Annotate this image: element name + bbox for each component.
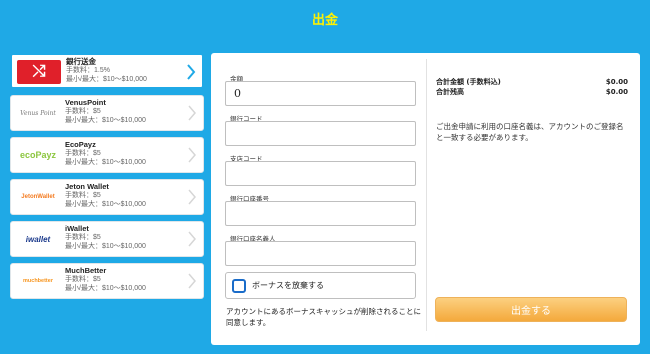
shuffle-icon: ⤭ xyxy=(32,63,46,80)
branch-code-input[interactable] xyxy=(225,161,416,186)
method-limits: 最小/最大：$10～$10,000 xyxy=(65,117,146,124)
method-limits: 最小/最大：$10～$10,000 xyxy=(65,285,146,292)
venuspoint-logo: Venus Point xyxy=(20,109,56,117)
account-number-input[interactable] xyxy=(225,201,416,226)
chevron-right-icon xyxy=(187,146,197,164)
chevron-right-icon xyxy=(186,63,196,81)
bank-code-input[interactable] xyxy=(225,121,416,146)
method-fee: 手数料：$5 xyxy=(65,150,101,157)
chevron-right-icon xyxy=(187,230,197,248)
method-ecopayz[interactable]: ecoPayz EcoPayz 手数料：$5 最小/最大：$10～$10,000 xyxy=(10,137,204,173)
method-fee: 手数料：1.5% xyxy=(66,67,110,74)
method-name: MuchBetter xyxy=(65,266,107,275)
method-name: iWallet xyxy=(65,224,89,233)
amount-input[interactable]: 0 xyxy=(225,81,416,106)
account-name-input[interactable] xyxy=(225,241,416,266)
total-balance-row: 合計残高 $0.00 xyxy=(436,87,628,97)
withdraw-button[interactable]: 出金する xyxy=(435,297,627,322)
method-name: Jeton Wallet xyxy=(65,182,109,191)
chevron-right-icon xyxy=(187,272,197,290)
total-amount-label: 合計金額 (手数料込) xyxy=(436,78,501,86)
method-iwallet[interactable]: iwallet iWallet 手数料：$5 最小/最大：$10～$10,000 xyxy=(10,221,204,257)
bank-transfer-logo: ⤭ xyxy=(17,60,61,84)
divider xyxy=(426,59,427,331)
method-fee: 手数料：$5 xyxy=(65,234,101,241)
method-name: 銀行送金 xyxy=(66,57,96,66)
iwallet-logo: iwallet xyxy=(25,234,51,244)
total-amount-value: $0.00 xyxy=(605,78,628,86)
forfeit-bonus-label: ボーナスを放棄する xyxy=(252,281,324,290)
jeton-wallet-logo: JetonWallet xyxy=(21,194,55,200)
total-balance-value: $0.00 xyxy=(605,88,628,96)
method-fee: 手数料：$5 xyxy=(65,108,101,115)
method-name: EcoPayz xyxy=(65,140,96,149)
muchbetter-logo: muchbetter xyxy=(23,278,53,284)
method-limits: 最小/最大：$10～$10,000 xyxy=(66,76,147,83)
method-name: VenusPoint xyxy=(65,98,106,107)
method-limits: 最小/最大：$10～$10,000 xyxy=(65,243,146,250)
account-name-note: ご出金申請に利用の口座名義は、アカウントのご登録名と一致する必要があります。 xyxy=(436,122,624,142)
withdrawal-panel: 金額 0 銀行コード 支店コード 銀行口座番号 銀行口座名義人 ボーナスを放棄す… xyxy=(211,53,640,345)
page-title: 出金 xyxy=(311,13,338,28)
method-jeton-wallet[interactable]: JetonWallet Jeton Wallet 手数料：$5 最小/最大：$1… xyxy=(10,179,204,215)
forfeit-bonus-option[interactable]: ボーナスを放棄する xyxy=(225,272,416,299)
total-balance-label: 合計残高 xyxy=(436,88,464,96)
total-amount-row: 合計金額 (手数料込) $0.00 xyxy=(436,77,628,87)
method-limits: 最小/最大：$10～$10,000 xyxy=(65,159,146,166)
chevron-right-icon xyxy=(187,188,197,206)
bonus-note: アカウントにあるボーナスキャッシュが削除されることに同意します。 xyxy=(226,307,421,327)
method-fee: 手数料：$5 xyxy=(65,192,101,199)
method-muchbetter[interactable]: muchbetter MuchBetter 手数料：$5 最小/最大：$10～$… xyxy=(10,263,204,299)
method-limits: 最小/最大：$10～$10,000 xyxy=(65,201,146,208)
ecopayz-logo: ecoPayz xyxy=(19,150,57,160)
payment-method-list: ⤭ 銀行送金 手数料：1.5% 最小/最大：$10～$10,000 Venus … xyxy=(10,53,204,305)
method-fee: 手数料：$5 xyxy=(65,276,101,283)
method-venuspoint[interactable]: Venus Point VenusPoint 手数料：$5 最小/最大：$10～… xyxy=(10,95,204,131)
summary: 合計金額 (手数料込) $0.00 合計残高 $0.00 ご出金申請に利用の口座… xyxy=(436,77,628,143)
chevron-right-icon xyxy=(187,104,197,122)
forfeit-bonus-checkbox[interactable] xyxy=(232,278,246,293)
method-bank-transfer[interactable]: ⤭ 銀行送金 手数料：1.5% 最小/最大：$10～$10,000 xyxy=(10,53,204,89)
